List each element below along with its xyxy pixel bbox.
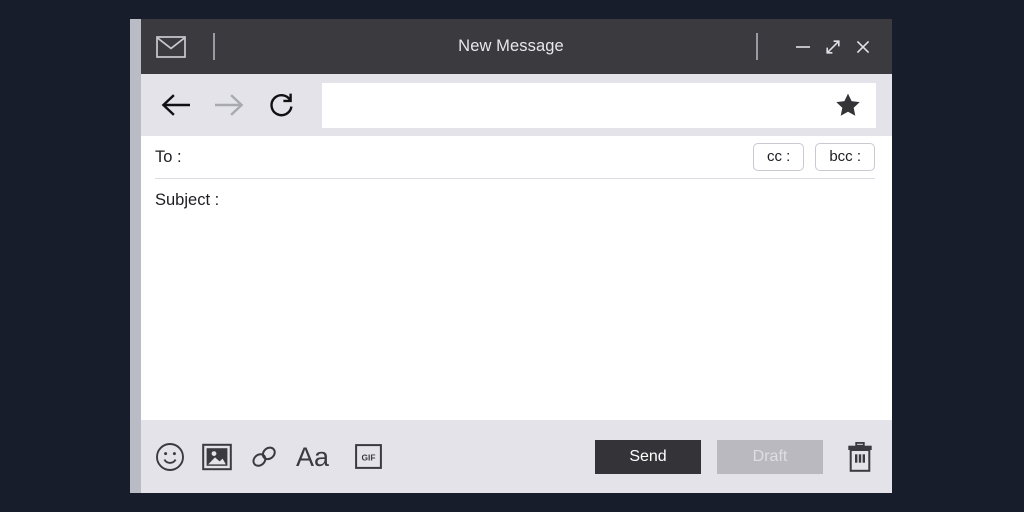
minimize-icon[interactable] [788,32,818,62]
to-row: To : cc : bcc : [141,136,892,178]
star-filled-icon[interactable] [835,92,861,118]
to-label: To : [155,147,182,166]
gif-icon[interactable]: GIF [355,440,382,474]
titlebar-divider-right [756,33,758,60]
window-controls [756,32,892,62]
compose-window: New Message To: cc: bcc: Subject: Aa… [130,19,892,493]
navigation-toolbar [130,74,892,136]
compose-toolbar: Aa GIF Send Draft [130,420,892,493]
formatting-tools: Aa GIF [141,440,382,474]
title-bar: New Message [130,19,892,74]
recipient-toggle-buttons: cc : bcc : [752,142,875,172]
address-bar[interactable] [322,82,876,128]
font-icon[interactable]: Aa [296,440,338,474]
message-body-input[interactable] [141,221,892,420]
action-buttons: Send Draft [595,439,892,474]
reload-icon[interactable] [261,84,303,126]
bcc-button[interactable]: bcc : [815,142,875,172]
svg-text:Aa: Aa [296,442,330,472]
envelope-icon [156,35,186,58]
window-frame-strip [130,19,141,493]
trash-icon[interactable] [845,440,875,474]
subject-label: Subject : [155,190,220,209]
image-icon[interactable] [202,440,232,474]
svg-text:GIF: GIF [362,452,376,462]
forward-arrow-icon [208,84,250,126]
emoji-icon[interactable] [155,440,185,474]
message-header-fields: To : cc : bcc : Subject : [130,136,892,221]
link-icon[interactable] [249,440,279,474]
expand-diagonal-icon[interactable] [818,32,848,62]
back-arrow-icon[interactable] [155,84,197,126]
titlebar-divider-left [213,33,215,60]
cc-button[interactable]: cc : [752,142,805,172]
draft-button[interactable]: Draft [717,439,823,474]
send-button[interactable]: Send [595,439,701,474]
subject-row[interactable]: Subject : [141,179,892,221]
close-icon[interactable] [848,32,878,62]
